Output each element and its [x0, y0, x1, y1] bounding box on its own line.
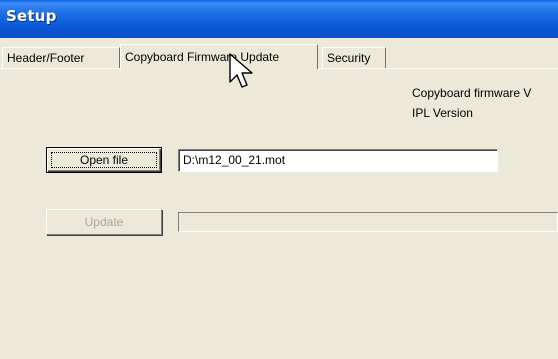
firmware-version-label: Copyboard firmware V [412, 86, 532, 100]
update-progress-bar [178, 212, 558, 232]
firmware-update-panel: Copyboard firmware V IPL Version Open fi… [0, 69, 558, 359]
tab-label: Header/Footer [7, 51, 85, 65]
update-button-label: Update [84, 215, 124, 229]
open-file-button-label: Open file [79, 153, 129, 167]
file-path-value: D:\m12_00_21.mot [183, 153, 286, 167]
arrow-cursor-icon [229, 53, 253, 88]
tab-header-footer[interactable]: Header/Footer [2, 47, 120, 68]
tab-strip: Header/Footer Copyboard Firmware Update … [0, 38, 558, 69]
open-file-button[interactable]: Open file [46, 147, 162, 173]
update-button[interactable]: Update [46, 209, 162, 235]
title-bar[interactable]: Setup [0, 0, 558, 38]
file-path-input[interactable]: D:\m12_00_21.mot [178, 149, 498, 172]
tab-label: Security [327, 51, 371, 65]
setup-window: Setup Header/Footer Copyboard Firmware U… [0, 0, 558, 359]
tab-security[interactable]: Security [322, 47, 386, 68]
ipl-version-label: IPL Version [412, 106, 473, 120]
window-title: Setup [6, 7, 57, 25]
tab-copyboard-firmware-update[interactable]: Copyboard Firmware Update [120, 44, 318, 69]
